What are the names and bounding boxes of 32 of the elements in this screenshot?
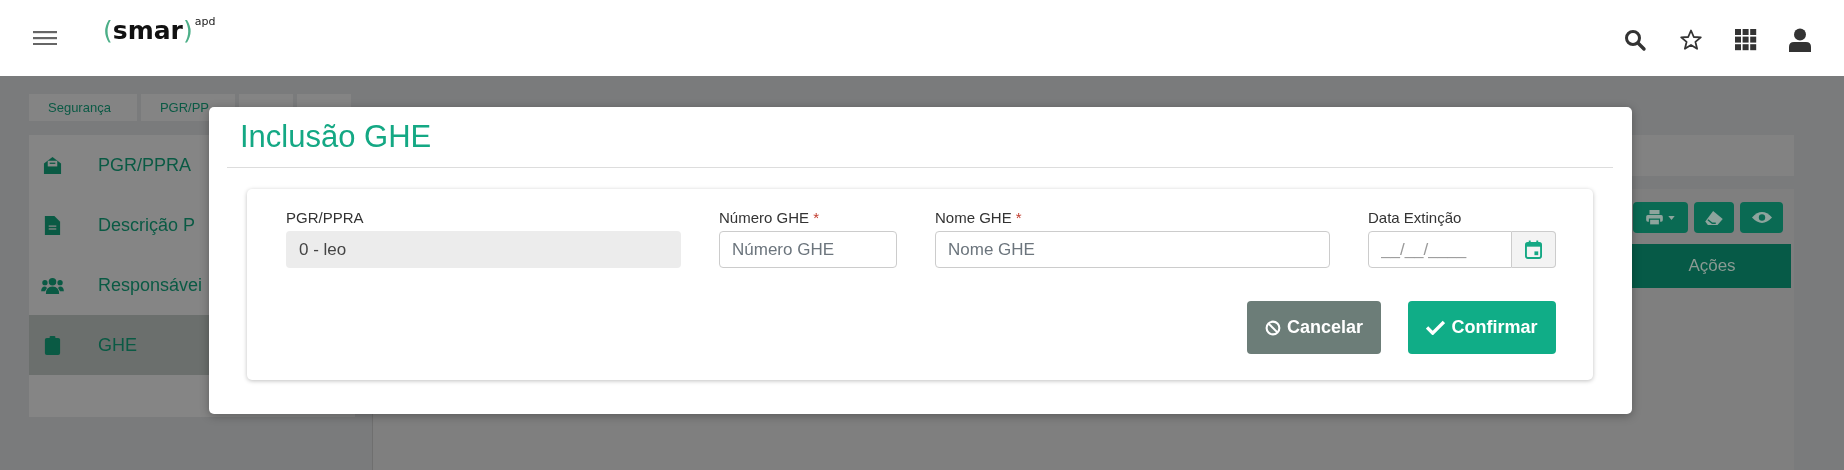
breadcrumb-item[interactable]: Segurança bbox=[29, 94, 137, 121]
users-icon bbox=[41, 276, 64, 294]
caret-icon bbox=[1668, 215, 1675, 220]
cancel-button[interactable]: Cancelar bbox=[1247, 301, 1381, 354]
eye-icon bbox=[1751, 211, 1772, 224]
readonly-field: 0 - leo bbox=[286, 231, 681, 268]
search-icon[interactable] bbox=[1623, 28, 1647, 52]
input-field[interactable]: Nome GHE bbox=[935, 231, 1330, 268]
eye-button[interactable] bbox=[1740, 202, 1783, 233]
menu-icon[interactable] bbox=[33, 31, 57, 45]
eraser-button[interactable] bbox=[1694, 202, 1734, 233]
printer-icon bbox=[1646, 210, 1663, 225]
field-label: PGR/PPRA bbox=[286, 209, 365, 228]
date-field[interactable]: __/__/____ bbox=[1368, 231, 1512, 268]
field-label: Número GHE * bbox=[719, 209, 821, 228]
field-label: Nome GHE * bbox=[935, 209, 1023, 228]
star-icon[interactable] bbox=[1679, 28, 1703, 52]
logo[interactable]: (smar)$^{apd}$ bbox=[103, 15, 216, 45]
modal-title: Inclusão GHE bbox=[227, 107, 1613, 168]
user-icon[interactable] bbox=[1789, 28, 1811, 52]
confirm-button[interactable]: Confirmar bbox=[1408, 301, 1556, 354]
envelope-icon bbox=[41, 155, 64, 175]
apps-grid-icon[interactable] bbox=[1735, 29, 1757, 51]
calendar-icon bbox=[1525, 240, 1542, 259]
column-header[interactable]: Ações bbox=[1633, 244, 1791, 288]
input-field[interactable]: Número GHE bbox=[719, 231, 897, 268]
check-icon bbox=[1426, 320, 1446, 335]
print-button[interactable] bbox=[1633, 202, 1688, 233]
ban-icon bbox=[1265, 318, 1281, 337]
calendar-button[interactable] bbox=[1512, 231, 1556, 268]
field-label: Data Extinção bbox=[1368, 209, 1463, 228]
eraser-icon bbox=[1705, 210, 1723, 225]
